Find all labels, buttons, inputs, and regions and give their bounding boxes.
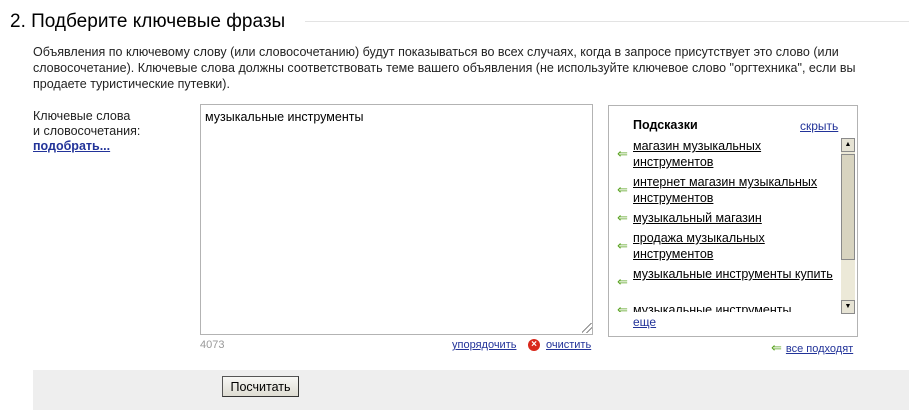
hints-list: ⇐ магазин музыкальных инструментов ⇐ инт… (615, 138, 843, 312)
all-fit-label[interactable]: все подходят (786, 343, 853, 355)
hints-scrollbar[interactable]: ▲ ▼ (841, 138, 855, 314)
keywords-label-line2: и словосочетания: (33, 124, 141, 138)
hint-item-text[interactable]: музыкальные инструменты купить (633, 266, 838, 282)
arrow-left-icon: ⇐ (617, 238, 628, 253)
hint-item[interactable]: ⇐ музыкальный магазин (615, 210, 843, 228)
scroll-down-button[interactable]: ▼ (841, 300, 855, 314)
hint-item-text[interactable]: интернет магазин музыкальных инструменто… (633, 174, 838, 206)
hints-title: Подсказки (633, 118, 698, 132)
title-divider (305, 21, 909, 22)
bottom-action-bar (33, 370, 909, 410)
hint-item[interactable]: ⇐ музыкальные инструменты купить (615, 266, 843, 300)
arrow-left-icon: ⇐ (771, 340, 782, 355)
scroll-thumb[interactable] (841, 154, 855, 260)
hint-item-text[interactable]: музыкальный магазин (633, 210, 838, 226)
hint-item-text[interactable]: продажа музыкальных инструментов (633, 230, 838, 262)
keywords-counter: 4073 (200, 339, 225, 351)
more-hints-link[interactable]: еще (633, 315, 656, 329)
hint-item[interactable]: ⇐ магазин музыкальных инструментов (615, 138, 843, 172)
hint-item-text[interactable]: магазин музыкальных инструментов (633, 138, 838, 170)
hint-item[interactable]: ⇐ продажа музыкальных инструментов (615, 230, 843, 264)
calculate-button[interactable]: Посчитать (222, 376, 299, 397)
section-title: 2. Подберите ключевые фразы (10, 11, 286, 32)
arrow-left-icon: ⇐ (617, 302, 628, 312)
arrow-left-icon: ⇐ (617, 146, 628, 161)
all-fit-link[interactable]: ⇐ все подходят (771, 340, 853, 356)
hide-hints-link[interactable]: скрыть (800, 119, 838, 133)
section-description: Объявления по ключевому слову (или слово… (33, 45, 856, 91)
sort-link[interactable]: упорядочить (452, 339, 516, 351)
clear-link[interactable]: очистить (546, 339, 591, 351)
arrow-left-icon: ⇐ (617, 274, 628, 289)
clear-icon[interactable]: × (528, 339, 540, 351)
scroll-up-button[interactable]: ▲ (841, 138, 855, 152)
keywords-textarea[interactable] (200, 104, 593, 335)
arrow-left-icon: ⇐ (617, 210, 628, 225)
hint-item[interactable]: ⇐ интернет магазин музыкальных инструмен… (615, 174, 843, 208)
hint-item-text[interactable]: музыкальные инструменты (633, 302, 838, 312)
hint-item[interactable]: ⇐ музыкальные инструменты (615, 302, 843, 312)
hints-panel: Подсказки скрыть ⇐ магазин музыкальных и… (608, 105, 858, 337)
arrow-left-icon: ⇐ (617, 182, 628, 197)
keywords-label-line1: Ключевые слова (33, 109, 131, 123)
pick-keywords-link[interactable]: подобрать... (33, 139, 140, 154)
textarea-resize-handle[interactable] (582, 323, 592, 333)
keywords-label: Ключевые слова и словосочетания: подобра… (33, 109, 140, 154)
